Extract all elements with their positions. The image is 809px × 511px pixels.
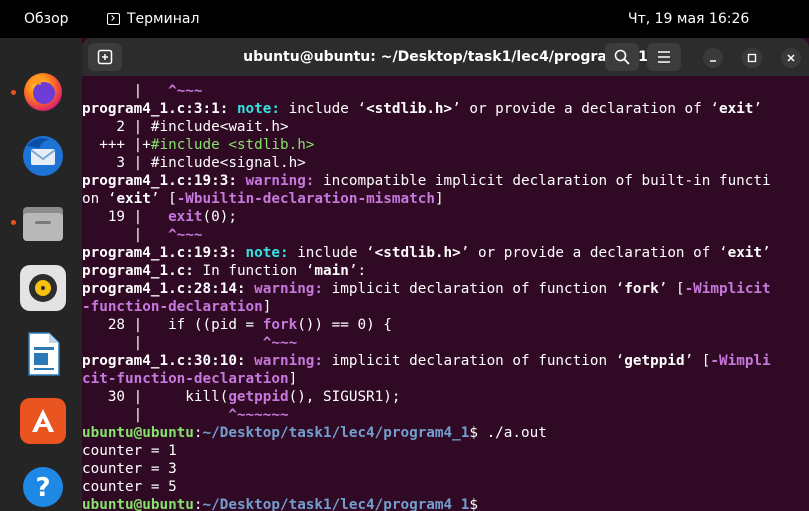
thunderbird-icon[interactable] (20, 133, 66, 179)
command: ./a.out (477, 425, 547, 441)
terminal-line: 30 | kill(getppid(), SIGUSR1); (82, 389, 401, 405)
prompt-path: ~/Desktop/task1/lec4/program4_1 (202, 497, 470, 511)
terminal-line: | ^~~~~~~ (82, 407, 289, 423)
prompt-user: ubuntu@ubuntu (82, 497, 194, 511)
minimize-icon (710, 60, 716, 62)
terminal-output-line: counter = 1 (82, 443, 177, 459)
terminal-prompt-line: ubuntu@ubuntu:~/Desktop/task1/lec4/progr… (82, 425, 547, 441)
terminal-line: program4_1.c:19:3: warning: incompatible… (82, 173, 771, 189)
app-menu-terminal[interactable]: Терминал (107, 11, 199, 27)
terminal-line: 19 | exit(0); (82, 209, 237, 225)
search-button[interactable] (605, 43, 639, 71)
svg-text:?: ? (35, 473, 50, 503)
terminal-line: on ‘exit’ [-Wbuiltin-declaration-mismatc… (82, 191, 444, 207)
terminal-line: +++ |+#include <stdlib.h> (82, 137, 315, 153)
prompt-path: ~/Desktop/task1/lec4/program4_1 (202, 425, 470, 441)
libreoffice-writer-icon[interactable] (20, 331, 66, 377)
terminal-line: program4_1.c:3:1: note: include ‘<stdlib… (82, 101, 763, 117)
search-icon (614, 49, 630, 65)
terminal-titlebar[interactable]: ubuntu@ubuntu: ~/Desktop/task1/lec4/prog… (82, 38, 809, 76)
activities-button[interactable]: Обзор (24, 11, 69, 27)
help-icon[interactable]: ? (20, 464, 66, 510)
terminal-line: program4_1.c:28:14: warning: implicit de… (82, 281, 771, 297)
files-icon[interactable] (20, 200, 66, 246)
running-indicator (11, 90, 16, 95)
top-bar: Обзор Терминал Чт, 19 мая 16:26 (0, 0, 809, 38)
hamburger-icon (658, 51, 670, 63)
maximize-icon (747, 53, 757, 63)
clock[interactable]: Чт, 19 мая 16:26 (628, 11, 749, 27)
terminal-line: 2 | #include<wait.h> (82, 119, 289, 135)
app-name: Терминал (127, 11, 200, 27)
running-indicator (11, 220, 16, 225)
terminal-line: program4_1.c:30:10: warning: implicit de… (82, 353, 771, 369)
terminal-output-line: counter = 3 (82, 461, 177, 477)
menu-button[interactable] (647, 43, 681, 71)
rhythmbox-icon[interactable] (20, 265, 66, 311)
terminal-line: program4_1.c:19:3: note: include ‘<stdli… (82, 245, 771, 261)
terminal-line: 3 | #include<signal.h> (82, 155, 306, 171)
close-icon (787, 54, 795, 62)
window-title: ubuntu@ubuntu: ~/Desktop/task1/lec4/prog… (243, 49, 648, 65)
terminal-line: | ^~~~ (82, 227, 203, 243)
terminal-output-line: counter = 5 (82, 479, 177, 495)
dock: ? (0, 38, 82, 511)
close-button[interactable] (781, 48, 801, 68)
terminal-line: -function-declaration] (82, 299, 272, 315)
maximize-button[interactable] (742, 48, 762, 68)
prompt-user: ubuntu@ubuntu (82, 425, 194, 441)
terminal-prompt-line[interactable]: ubuntu@ubuntu:~/Desktop/task1/lec4/progr… (82, 496, 478, 511)
firefox-icon[interactable] (20, 68, 66, 114)
terminal-line: | ^~~~ (82, 335, 298, 351)
terminal-line: program4_1.c: In function ‘main’: (82, 263, 367, 279)
terminal-line: 28 | if ((pid = fork()) == 0) { (82, 317, 392, 333)
terminal-line: cit-function-declaration] (82, 371, 298, 387)
app-center-icon[interactable] (20, 398, 66, 444)
terminal-icon (107, 13, 120, 25)
terminal-output[interactable]: | ^~~~ program4_1.c:3:1: note: include ‘… (82, 76, 809, 511)
terminal-line: | ^~~~ (82, 83, 203, 99)
minimize-button[interactable] (703, 48, 723, 68)
